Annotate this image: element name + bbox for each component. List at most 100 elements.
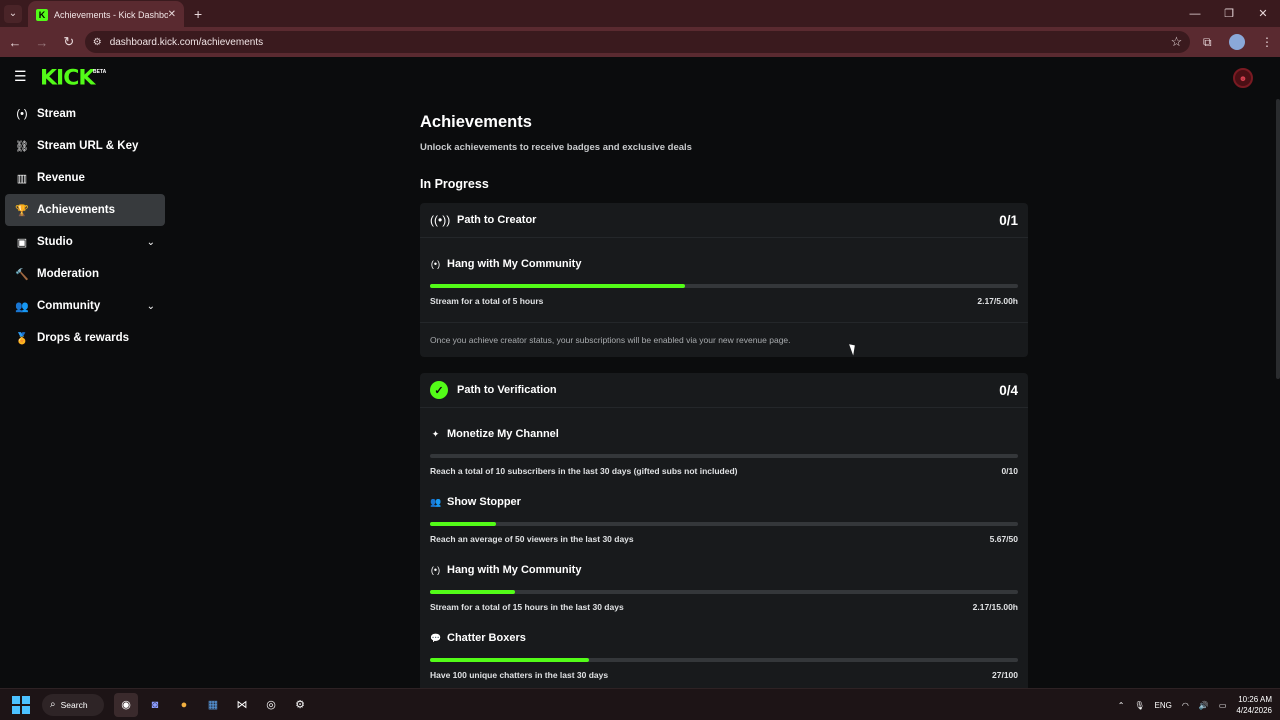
chevron-down-icon[interactable]: ⌄ [147, 301, 155, 312]
browser-tab[interactable]: K Achievements - Kick Dashboard ✕ [28, 1, 184, 28]
wifi-icon[interactable]: ◠ [1182, 701, 1189, 710]
page-subtitle: Unlock achievements to receive badges an… [420, 142, 692, 153]
chat-bubble-icon: 💬 [430, 632, 442, 643]
progress-bar [430, 284, 1018, 288]
chat-app-icon[interactable]: ● [172, 693, 196, 717]
language-indicator[interactable]: ENG [1155, 701, 1172, 710]
achievement-title: Hang with My Community [447, 258, 582, 270]
close-window-button[interactable]: ✕ [1246, 0, 1280, 27]
achievement-description: Reach a total of 10 subscribers in the l… [430, 466, 738, 476]
video-icon: ▣ [16, 236, 28, 249]
chart-icon: ▥ [16, 172, 28, 185]
sidebar-item-label: Drops & rewards [37, 332, 130, 344]
browser-tab-bar: ⌄ K Achievements - Kick Dashboard ✕ + — … [0, 0, 1280, 28]
sidebar-item-moderation[interactable]: 🔨 Moderation [5, 258, 165, 290]
chevron-down-icon[interactable]: ⌄ [147, 237, 155, 248]
url-text[interactable]: dashboard.kick.com/achievements [110, 37, 1171, 48]
app-header: ☰ KICK BETA ☻ [0, 57, 1280, 99]
volume-icon[interactable]: 🔊 [1199, 701, 1209, 710]
sidebar-item-community[interactable]: 👥 Community ⌄ [5, 290, 165, 322]
page-scrollbar[interactable] [1276, 99, 1280, 379]
progress-bar [430, 590, 1018, 594]
card-count: 0/1 [999, 212, 1018, 228]
forward-button[interactable]: → [30, 30, 54, 54]
clock-time: 10:26 AM [1238, 695, 1272, 704]
taskbar-clock[interactable]: 10:26 AM 4/24/2026 [1236, 694, 1272, 716]
achievement-description: Stream for a total of 15 hours in the la… [430, 602, 624, 612]
achievement-item: ✦ Monetize My Channel Reach a total of 1… [420, 408, 1028, 476]
sidebar-item-label: Moderation [37, 268, 99, 280]
reload-icon: ↻ [63, 34, 75, 49]
broadcast-icon: ((•)) [430, 213, 451, 227]
section-title: In Progress [420, 177, 489, 191]
bookmark-star-icon[interactable]: ☆ [1171, 34, 1183, 50]
users-icon: 👥 [15, 300, 29, 313]
obs-icon[interactable]: ◎ [259, 693, 283, 717]
sidebar-item-label: Stream URL & Key [37, 140, 139, 152]
achievement-footer: Stream for a total of 5 hours 2.17/5.00h [430, 296, 1018, 306]
search-label: Search [60, 699, 88, 710]
taskbar-search[interactable]: ⌕ Search [42, 693, 104, 716]
tab-close-icon[interactable]: ✕ [168, 9, 176, 20]
achievement-item: (•) Hang with My Community Stream for a … [420, 544, 1028, 612]
store-icon[interactable]: ▦ [201, 693, 225, 717]
sidebar-item-studio[interactable]: ▣ Studio ⌄ [5, 226, 165, 258]
broadcast-icon: (•) [16, 108, 28, 120]
sidebar-item-stream[interactable]: (•) Stream [5, 98, 165, 130]
sparkle-icon: ✦ [431, 428, 440, 439]
achievement-title: Chatter Boxers [447, 632, 526, 644]
sidebar-item-drops-rewards[interactable]: 🏅 Drops & rewards [5, 322, 165, 354]
back-button[interactable]: ← [3, 30, 27, 54]
progress-bar [430, 522, 1018, 526]
card-title: Path to Creator [457, 214, 537, 226]
card-header: ((•)) Path to Creator 0/1 [420, 203, 1028, 238]
progress-bar [430, 658, 1018, 662]
minimize-button[interactable]: — [1178, 0, 1212, 27]
link-icon: ⛓ [15, 140, 29, 153]
discord-icon[interactable]: ◙ [143, 693, 167, 717]
extensions-icon[interactable]: ⧉ [1194, 30, 1220, 54]
search-icon: ⌕ [50, 699, 56, 710]
battery-icon[interactable]: ▭ [1219, 701, 1227, 710]
steam-icon[interactable]: ⚙ [288, 693, 312, 717]
address-bar[interactable]: ⚙ dashboard.kick.com/achievements ☆ [84, 31, 1191, 53]
chrome-icon[interactable]: ◉ [114, 692, 138, 717]
new-tab-button[interactable]: + [194, 6, 202, 22]
hamburger-menu-icon[interactable]: ☰ [14, 69, 28, 83]
achievement-description: Stream for a total of 5 hours [430, 296, 544, 306]
achievement-footer: Stream for a total of 15 hours in the la… [430, 602, 1018, 612]
arrow-left-icon: ← [8, 34, 22, 50]
site-info-icon[interactable]: ⚙ [93, 37, 102, 48]
chevron-up-icon[interactable]: ⌃ [1118, 701, 1125, 710]
reload-button[interactable]: ↻ [57, 30, 81, 54]
kick-favicon-icon: K [36, 8, 48, 21]
achievement-value: 5.67/50 [989, 534, 1018, 544]
achievement-value: 0/10 [1001, 466, 1018, 476]
achievement-title: Hang with My Community [447, 564, 582, 576]
sidebar-item-stream-url-key[interactable]: ⛓ Stream URL & Key [5, 130, 165, 162]
hammer-icon: 🔨 [15, 268, 29, 281]
windows-taskbar: ⌕ Search ◉ ◙ ● ▦ ⋈ ◎ ⚙ ⌃ 🎙 ENG ◠ 🔊 ▭ 10:… [0, 688, 1280, 720]
card-note: Once you achieve creator status, your su… [420, 322, 1028, 357]
broadcast-icon: (•) [430, 565, 441, 575]
tab-list-button[interactable]: ⌄ [4, 4, 22, 23]
users-icon: 👥 [430, 496, 442, 507]
achievement-title: Monetize My Channel [447, 428, 559, 440]
user-avatar[interactable]: ☻ [1233, 68, 1253, 88]
browser-toolbar: ← → ↻ ⚙ dashboard.kick.com/achievements … [0, 27, 1280, 57]
windows-start-icon[interactable] [12, 695, 30, 714]
profile-button[interactable] [1224, 30, 1250, 54]
profile-icon [1229, 34, 1246, 50]
card-header: ✓ Path to Verification 0/4 [420, 373, 1028, 408]
sidebar-item-label: Community [37, 300, 101, 312]
sidebar-item-achievements[interactable]: 🏆 Achievements [5, 194, 165, 226]
microphone-icon[interactable]: 🎙 [1134, 701, 1144, 710]
card-count: 0/4 [999, 382, 1018, 398]
sidebar-item-label: Studio [37, 236, 73, 248]
kick-logo[interactable]: KICK [40, 67, 95, 91]
restore-button[interactable]: ❐ [1212, 0, 1246, 27]
sidebar-item-revenue[interactable]: ▥ Revenue [5, 162, 165, 194]
capcut-icon[interactable]: ⋈ [230, 693, 254, 717]
menu-kebab-icon[interactable]: ⋮ [1254, 30, 1280, 54]
plus-icon: + [194, 5, 203, 22]
